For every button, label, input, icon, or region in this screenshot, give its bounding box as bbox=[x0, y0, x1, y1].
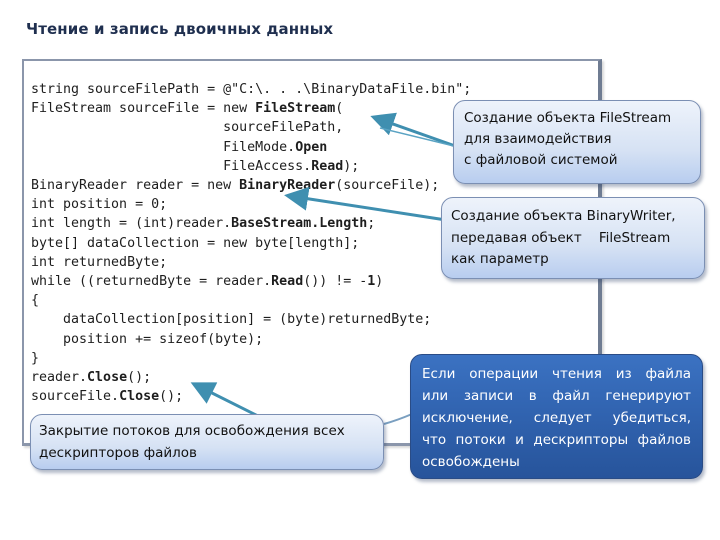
code-line: while ((returnedByte = reader.Read()) !=… bbox=[31, 272, 471, 291]
callout-binarywriter: Создание объекта BinaryWriter, передавая… bbox=[441, 197, 705, 279]
code-line: int position = 0; bbox=[31, 195, 471, 214]
code-text: ()) != - bbox=[303, 274, 368, 290]
code-keyword: Open bbox=[295, 139, 328, 155]
code-text: } bbox=[31, 350, 40, 366]
code-text: reader. bbox=[31, 370, 88, 386]
code-text: ; bbox=[367, 216, 376, 232]
code-text: ) bbox=[375, 274, 384, 290]
callout-exceptions: Если операции чтения из файла или записи… bbox=[410, 354, 703, 479]
code-text: dataCollection[position] = (byte)returne… bbox=[31, 312, 432, 328]
callout-exceptions-line: что потоки и дескрипторы файлов bbox=[422, 432, 691, 448]
code-line: sourceFilePath, bbox=[31, 118, 471, 137]
code-text: byte[] dataCollection = new byte[length]… bbox=[31, 235, 360, 251]
callout-filestream: Создание объекта FileStream для взаимоде… bbox=[453, 100, 701, 184]
code-line: reader.Close(); bbox=[31, 368, 471, 387]
code-line: string sourceFilePath = @"C:\. . .\Binar… bbox=[31, 80, 471, 99]
code-line: int length = (int)reader.BaseStream.Leng… bbox=[31, 214, 471, 233]
code-line: int returnedByte; bbox=[31, 253, 471, 272]
code-text: ( bbox=[335, 101, 344, 117]
code-line: byte[] dataCollection = new byte[length]… bbox=[31, 234, 471, 253]
code-text: int length = (int)reader. bbox=[31, 216, 232, 232]
code-text: position += sizeof(byte); bbox=[31, 331, 264, 347]
code-text: int returnedByte; bbox=[31, 254, 168, 270]
code-text: sourceFile. bbox=[31, 389, 120, 405]
callout-exceptions-line: или записи в файл генерируют bbox=[422, 388, 691, 404]
code-line: sourceFile.Close(); bbox=[31, 387, 471, 406]
code-text: string sourceFilePath = @"C:\. . .\Binar… bbox=[31, 82, 472, 97]
code-keyword: FileStream bbox=[255, 101, 336, 117]
code-text: int position = 0; bbox=[31, 197, 168, 213]
code-line: { bbox=[31, 291, 471, 310]
code-line: position += sizeof(byte); bbox=[31, 330, 471, 349]
callout-binarywriter-line: передавая объект FileStream bbox=[451, 229, 671, 246]
code-text: { bbox=[31, 293, 40, 309]
code-text: FileMode. bbox=[31, 139, 296, 155]
code-line: } bbox=[31, 349, 471, 368]
code-line: FileStream sourceFile = new FileStream( bbox=[31, 99, 471, 118]
callout-binarywriter-line: как параметр bbox=[451, 251, 549, 267]
code-line: FileAccess.Read); bbox=[31, 157, 471, 176]
callout-filestream-line: Создание объекта FileStream bbox=[464, 110, 672, 126]
code-text: while ((returnedByte = reader. bbox=[31, 274, 272, 290]
callout-close-line: дескрипторов файлов bbox=[39, 444, 198, 461]
callout-binarywriter-line: Создание объекта BinaryWriter, bbox=[451, 208, 676, 224]
callout-close-line: Закрытие потоков для освобождения всех bbox=[39, 423, 345, 439]
code-text: ); bbox=[343, 158, 360, 174]
code-text: BinaryReader reader = new bbox=[31, 178, 240, 194]
code-keyword: Close bbox=[119, 389, 160, 405]
code-keyword: Close bbox=[87, 370, 128, 386]
code-text: (sourceFile); bbox=[335, 178, 440, 194]
callout-filestream-line: с файловой системой bbox=[464, 152, 618, 168]
code-text: FileStream sourceFile = new bbox=[31, 101, 256, 117]
code-text: FileAccess. bbox=[31, 158, 312, 174]
code-block: string sourceFilePath = @"C:\. . .\Binar… bbox=[31, 80, 471, 406]
callout-close-streams: Закрытие потоков для освобождения всех д… bbox=[30, 414, 384, 470]
code-keyword: BaseStream.Length bbox=[231, 216, 368, 232]
code-line: FileMode.Open bbox=[31, 138, 471, 157]
code-line: dataCollection[position] = (byte)returne… bbox=[31, 310, 471, 329]
code-line: BinaryReader reader = new BinaryReader(s… bbox=[31, 176, 471, 195]
slide-title: Чтение и запись двоичных данных bbox=[26, 20, 334, 38]
code-keyword: Read bbox=[271, 274, 304, 290]
callout-exceptions-line: освобождены bbox=[422, 454, 520, 470]
callout-exceptions-line: Если операции чтения из файла bbox=[422, 366, 691, 382]
code-keyword: BinaryReader bbox=[239, 178, 336, 194]
callout-exceptions-line: исключение, следует убедиться, bbox=[422, 410, 691, 426]
code-text: sourceFilePath, bbox=[31, 120, 344, 136]
code-text: (); bbox=[159, 389, 184, 405]
code-keyword: Read bbox=[311, 158, 344, 174]
callout-filestream-line: для взаимодействия bbox=[464, 131, 612, 147]
code-text: (); bbox=[127, 370, 152, 386]
